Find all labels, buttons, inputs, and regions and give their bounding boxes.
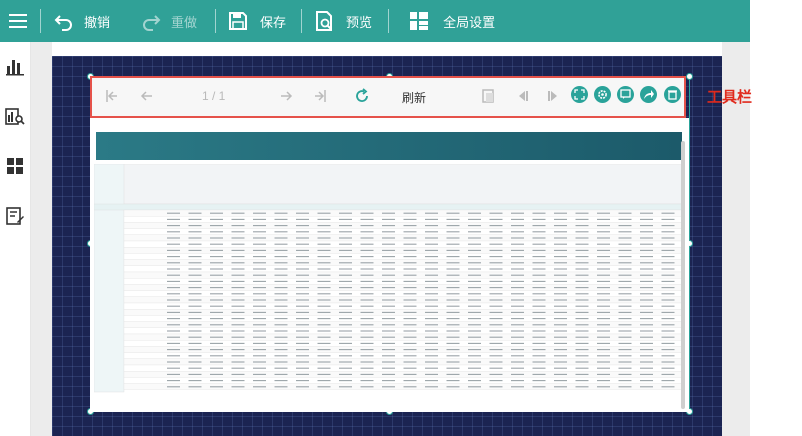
last-page-icon[interactable] [312,88,328,104]
trash-icon [668,90,677,100]
menu-button[interactable] [3,0,33,42]
save-label: 保存 [260,14,287,30]
resize-handle[interactable] [686,73,693,80]
redo-label: 重做 [171,14,198,30]
toolbar-annotation-label: 工具栏 [707,89,753,106]
global-settings-label: 全局设置 [443,14,496,30]
table-cell [94,164,125,393]
undo-label: 撤销 [84,14,111,30]
refresh-label[interactable]: 刷新 [402,89,426,106]
redo-icon [143,15,161,31]
step-forward-icon[interactable] [546,88,562,104]
toolbar-divider [215,9,217,33]
export-icon[interactable] [480,88,496,104]
fullscreen-button[interactable] [571,86,588,103]
gear-icon [598,90,607,99]
table-cell [94,164,682,205]
comment-icon [620,89,631,99]
report-toolbar: 1 / 1 刷新 [90,76,686,118]
canvas-gutter-left [31,42,52,436]
toolbar-divider [388,9,390,33]
step-back-icon[interactable] [514,88,530,104]
share-icon [644,90,654,99]
preview-button[interactable]: 预览 [314,0,372,42]
share-button[interactable] [640,86,657,103]
report-widget[interactable] [90,118,689,412]
next-page-icon[interactable] [278,88,294,104]
first-page-icon[interactable] [104,88,120,104]
save-icon [229,12,248,30]
toolbar-divider [301,9,303,33]
data-search-icon[interactable] [5,106,25,126]
toolbar-divider [40,9,41,33]
previous-page-icon[interactable] [139,88,155,104]
page-indicator: 1 / 1 [202,89,226,103]
table-cell [94,203,682,211]
report-header-banner [96,132,682,160]
undo-icon [54,15,72,31]
delete-button[interactable] [664,86,681,103]
preview-icon [316,11,333,31]
settings-button[interactable] [594,86,611,103]
vertical-scrollbar[interactable] [681,141,685,409]
grid-components-icon[interactable] [5,156,25,176]
undo-button[interactable]: 撤销 [53,0,110,42]
hamburger-icon [9,14,27,28]
redo-button[interactable]: 重做 [140,0,197,42]
form-edit-icon[interactable] [5,206,25,226]
save-button[interactable]: 保存 [228,0,286,42]
layout-grid-icon [410,12,429,30]
left-sidebar [0,42,31,436]
report-table [94,164,682,393]
preview-label: 预览 [346,14,373,30]
refresh-icon[interactable] [354,88,370,104]
global-settings-button[interactable]: 全局设置 [409,0,495,42]
comment-button[interactable] [617,86,634,103]
bar-chart-icon[interactable] [5,56,25,76]
top-toolbar: 撤销 重做 保存 预览 全局设置 [0,0,750,42]
fullscreen-icon [574,89,585,100]
